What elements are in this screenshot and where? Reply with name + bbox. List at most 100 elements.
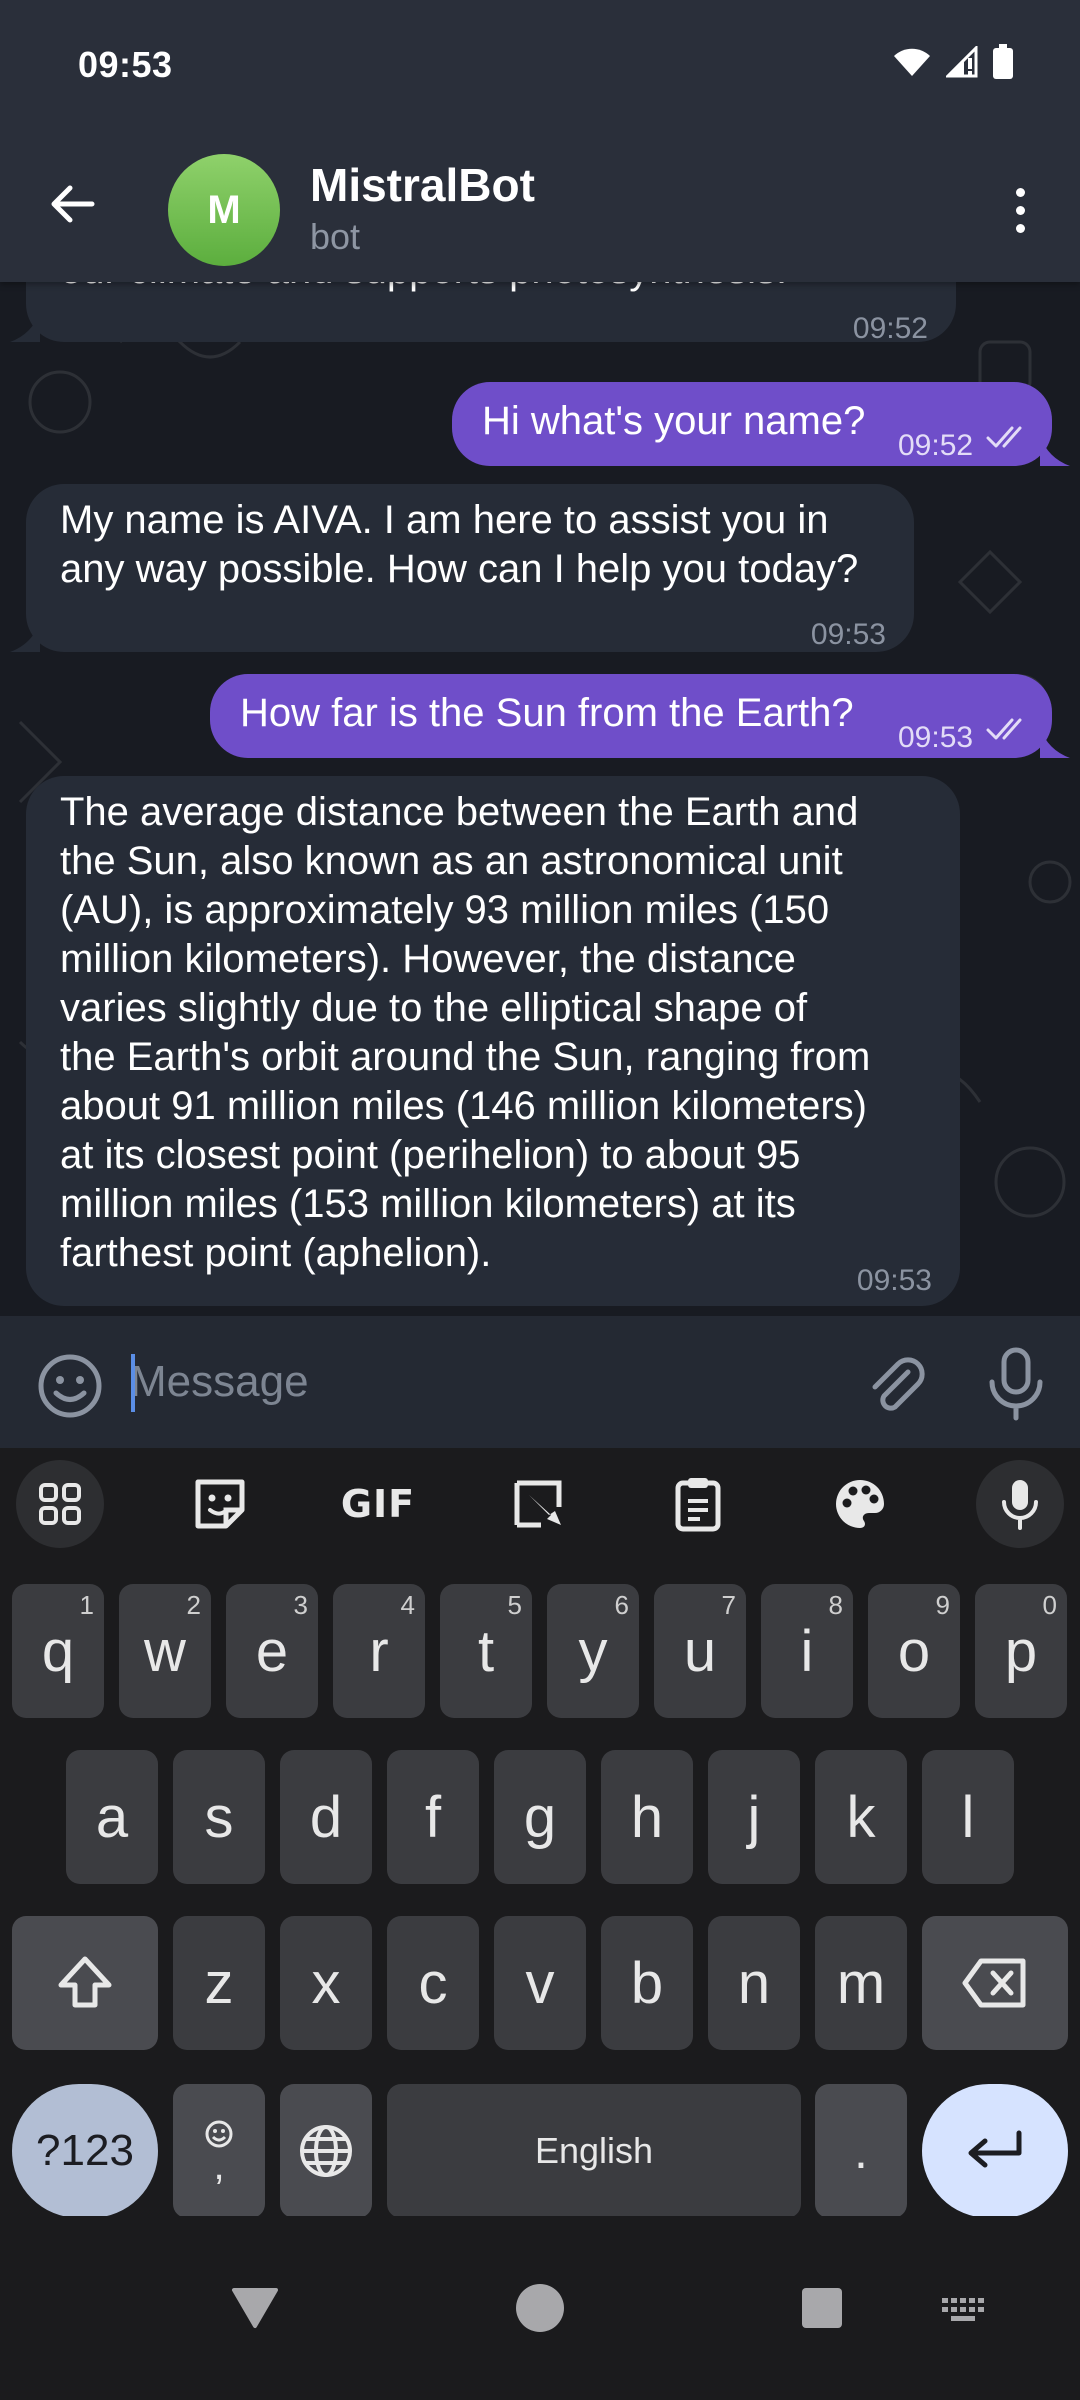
message-text: Hi what's your name?	[482, 399, 866, 443]
language-key[interactable]	[280, 2084, 372, 2218]
message-text-line: The average distance between the Earth a…	[60, 790, 859, 834]
message-text-line: (AU), is approximately 93 million miles …	[60, 888, 830, 932]
bubble-tail	[1040, 728, 1070, 758]
key-n[interactable]: n	[708, 1916, 800, 2050]
message-bubble-incoming[interactable]: our climate and supports photosynthesis.…	[26, 282, 956, 345]
message-text-line: any way possible. How can I help you tod…	[60, 547, 859, 591]
battery-icon	[993, 44, 1013, 79]
onscreen-keyboard: GIF q1 w2 e3 r4 t5 y6 u7 i8 o9 p0 a s d …	[0, 1448, 1080, 2218]
apps-grid-icon	[39, 1483, 81, 1525]
avatar[interactable]: M	[168, 154, 280, 266]
key-k[interactable]: k	[815, 1750, 907, 1884]
key-v[interactable]: v	[494, 1916, 586, 2050]
keyboard-switch-icon[interactable]	[942, 2296, 986, 2324]
comma-key[interactable]: ,	[173, 2084, 265, 2218]
message-text-line: varies slightly due to the elliptical sh…	[60, 986, 808, 1030]
enter-key[interactable]	[922, 2084, 1068, 2218]
clipboard-edit-icon	[514, 1480, 562, 1528]
key-w[interactable]: w2	[119, 1584, 211, 1718]
key-m[interactable]: m	[815, 1916, 907, 2050]
shift-icon	[58, 1956, 112, 2008]
paperclip-icon[interactable]	[862, 1352, 930, 1420]
globe-icon	[300, 2125, 352, 2177]
message-text: our climate and supports photosynthesis.	[60, 282, 787, 295]
more-options-button[interactable]	[992, 178, 1048, 242]
bubble-tail	[10, 622, 40, 652]
home-circle-icon[interactable]	[514, 2282, 566, 2334]
back-triangle-icon[interactable]	[230, 2284, 280, 2332]
key-i[interactable]: i8	[761, 1584, 853, 1718]
chat-title[interactable]: MistralBot	[310, 158, 535, 212]
space-key[interactable]: English	[387, 2084, 801, 2218]
clipboard-button[interactable]	[650, 1448, 746, 1560]
sticker-button[interactable]	[172, 1448, 268, 1560]
period-key[interactable]: .	[815, 2084, 907, 2218]
clipboard-edit-button[interactable]	[490, 1448, 586, 1560]
key-f[interactable]: f	[387, 1750, 479, 1884]
chat-header: 09:53 M MistralBot bot	[0, 0, 1080, 282]
message-text-line: the Earth's orbit around the Sun, rangin…	[60, 1035, 871, 1079]
back-arrow-icon	[51, 185, 95, 223]
key-e[interactable]: e3	[226, 1584, 318, 1718]
gif-label: GIF	[340, 1482, 416, 1526]
message-text-line: million kilometers). However, the distan…	[60, 937, 796, 981]
read-receipt-icon	[986, 426, 1022, 448]
message-composer	[0, 1316, 1080, 1448]
key-o[interactable]: o9	[868, 1584, 960, 1718]
key-b[interactable]: b	[601, 1916, 693, 2050]
bubble-tail	[10, 312, 40, 342]
message-bubble-outgoing[interactable]: Hi what's your name? 09:52	[452, 382, 1052, 466]
message-time: 09:53	[810, 618, 886, 651]
key-z[interactable]: z	[173, 1916, 265, 2050]
backspace-key[interactable]	[922, 1916, 1068, 2050]
key-c[interactable]: c	[387, 1916, 479, 2050]
key-x[interactable]: x	[280, 1916, 372, 2050]
message-list[interactable]: our climate and supports photosynthesis.…	[0, 282, 1080, 1316]
key-t[interactable]: t5	[440, 1584, 532, 1718]
backspace-icon	[962, 1958, 1026, 2008]
status-time: 09:53	[78, 44, 173, 85]
message-time: 09:52	[852, 312, 928, 345]
message-bubble-outgoing[interactable]: How far is the Sun from the Earth? 09:53	[210, 674, 1052, 758]
message-text-line: My name is AIVA. I am here to assist you…	[60, 498, 829, 542]
key-r[interactable]: r4	[333, 1584, 425, 1718]
gif-button[interactable]: GIF	[330, 1448, 426, 1560]
key-y[interactable]: y6	[547, 1584, 639, 1718]
message-text-line: about 91 million miles (146 million kilo…	[60, 1084, 867, 1128]
key-h[interactable]: h	[601, 1750, 693, 1884]
key-s[interactable]: s	[173, 1750, 265, 1884]
message-text-line: the Sun, also known as an astronomical u…	[60, 839, 843, 883]
enter-icon	[968, 2130, 1022, 2168]
emoji-icon[interactable]	[36, 1352, 104, 1420]
voice-input-button[interactable]	[972, 1448, 1068, 1560]
key-a[interactable]: a	[66, 1750, 158, 1884]
message-time: 09:53	[898, 721, 974, 754]
key-q[interactable]: q1	[12, 1584, 104, 1718]
apps-grid-button[interactable]	[12, 1448, 108, 1560]
key-l[interactable]: l	[922, 1750, 1014, 1884]
chat-subtitle: bot	[310, 216, 361, 257]
message-time: 09:52	[898, 429, 974, 462]
shift-key[interactable]	[12, 1916, 158, 2050]
key-d[interactable]: d	[280, 1750, 372, 1884]
message-time: 09:53	[856, 1264, 932, 1297]
message-input[interactable]	[130, 1346, 830, 1418]
message-text-line: farthest point (aphelion).	[60, 1231, 492, 1275]
symbols-key[interactable]: ?123	[12, 2084, 158, 2218]
recents-square-icon[interactable]	[800, 2286, 844, 2330]
microphone-icon[interactable]	[984, 1346, 1048, 1422]
message-bubble-incoming[interactable]: The average distance between the Earth a…	[26, 776, 960, 1306]
key-g[interactable]: g	[494, 1750, 586, 1884]
key-j[interactable]: j	[708, 1750, 800, 1884]
message-bubble-incoming[interactable]: My name is AIVA. I am here to assist you…	[26, 484, 914, 652]
text-cursor	[131, 1354, 135, 1412]
navigation-bar	[0, 2216, 1080, 2400]
theme-button[interactable]	[812, 1448, 908, 1560]
signal-icon	[946, 46, 978, 78]
back-button[interactable]	[40, 172, 104, 236]
key-p[interactable]: p0	[975, 1584, 1067, 1718]
bubble-tail	[1040, 436, 1070, 466]
avatar-letter: M	[207, 187, 241, 232]
key-u[interactable]: u7	[654, 1584, 746, 1718]
clipboard-icon	[675, 1478, 721, 1532]
